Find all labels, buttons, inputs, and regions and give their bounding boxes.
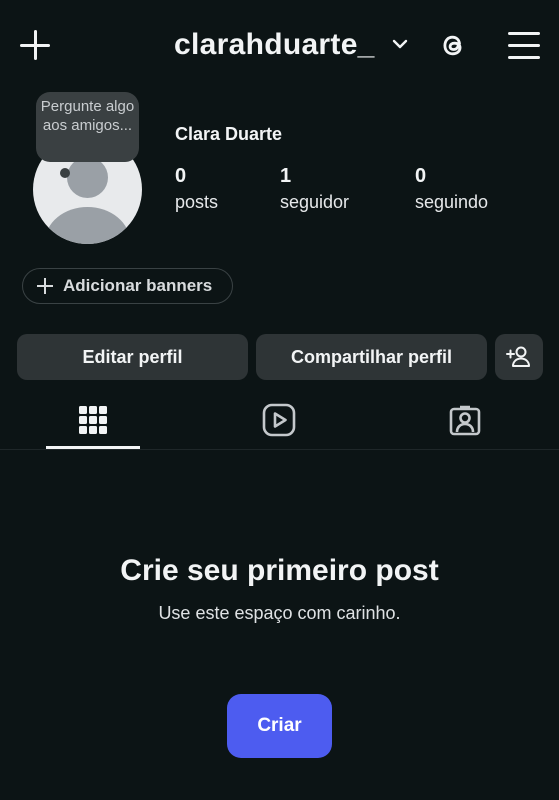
tab-posts-grid[interactable] (46, 390, 140, 450)
chevron-down-icon[interactable] (390, 34, 410, 54)
share-profile-button[interactable]: Compartilhar perfil (256, 334, 487, 380)
grid-icon (79, 406, 107, 434)
reels-icon (262, 403, 296, 437)
create-post-button[interactable]: Criar (227, 694, 332, 758)
add-banners-button[interactable]: Adicionar banners (22, 268, 233, 304)
stat-posts-label: posts (175, 192, 219, 212)
threads-icon[interactable] (436, 28, 470, 62)
add-banners-label: Adicionar banners (63, 276, 213, 295)
hamburger-menu-icon[interactable] (508, 30, 540, 60)
add-person-icon (506, 346, 530, 367)
discover-people-button[interactable] (495, 334, 543, 380)
edit-profile-button[interactable]: Editar perfil (17, 334, 248, 380)
stat-posts-value: 0 (175, 165, 187, 187)
display-name: Clara Duarte (175, 124, 283, 144)
avatar-body-shape (45, 207, 130, 244)
selected-tab-indicator (46, 446, 140, 449)
stat-following[interactable]: 0 seguindo (415, 164, 488, 216)
tagged-person-icon (449, 405, 481, 436)
stat-followers-label: seguidor (280, 192, 350, 212)
tab-reels[interactable] (232, 390, 326, 450)
avatar-head-shape (67, 157, 108, 198)
empty-state-subtitle: Use este espaço com carinho. (158, 603, 401, 623)
stat-posts[interactable]: 0 posts (175, 164, 218, 216)
stat-followers[interactable]: 1 seguidor (280, 164, 349, 216)
plus-icon (37, 278, 53, 294)
profile-tabs (0, 390, 559, 450)
empty-state-title: Crie seu primeiro post (120, 554, 439, 587)
username-switcher[interactable]: clarahduarte_ (174, 28, 375, 62)
note-bubble[interactable]: Pergunte algo aos amigos... (36, 92, 139, 162)
stat-following-label: seguindo (415, 192, 489, 212)
tab-tagged[interactable] (418, 390, 512, 450)
plus-icon[interactable] (18, 28, 52, 62)
stat-following-value: 0 (415, 165, 427, 187)
stat-followers-value: 1 (280, 165, 292, 187)
top-bar: clarahduarte_ (0, 0, 559, 90)
note-bubble-tail (60, 168, 70, 178)
